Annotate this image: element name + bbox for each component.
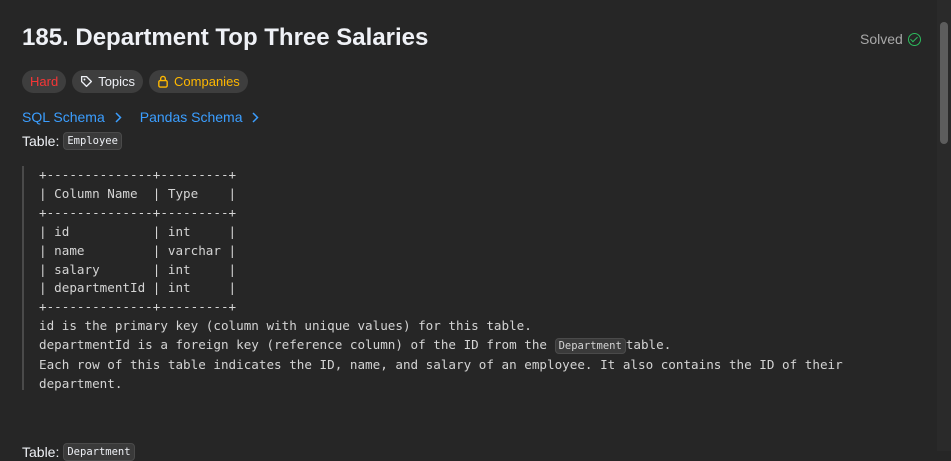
difficulty-label: Hard bbox=[30, 74, 59, 89]
solved-label: Solved bbox=[860, 31, 903, 47]
schema-line: | departmentId | int | bbox=[39, 280, 237, 296]
description-line: Each row of this table indicates the ID,… bbox=[39, 357, 843, 373]
pandas-schema-link[interactable]: Pandas Schema bbox=[140, 109, 260, 125]
check-circle-icon bbox=[907, 32, 921, 46]
description-line: department. bbox=[39, 375, 123, 391]
topics-label: Topics bbox=[98, 74, 136, 89]
scrollbar-thumb[interactable] bbox=[940, 22, 948, 144]
table-name-code: Employee bbox=[63, 132, 122, 150]
table-name-code: Department bbox=[63, 443, 135, 461]
table-heading: Table: Employee bbox=[22, 132, 122, 150]
problem-title[interactable]: 185. Department Top Three Salaries bbox=[22, 24, 428, 52]
schema-links: SQL Schema Pandas Schema bbox=[22, 109, 260, 125]
schema-line: | name | varchar | bbox=[39, 242, 237, 258]
foreign-key-note: departmentId is a foreign key (reference… bbox=[39, 337, 672, 355]
schema-line: | Column Name | Type | bbox=[39, 185, 237, 201]
department-code: Department bbox=[554, 338, 626, 355]
schema-line: +--------------+---------+ bbox=[39, 299, 237, 315]
table-label: Table: bbox=[22, 133, 60, 149]
companies-tag[interactable]: Companies bbox=[149, 70, 248, 93]
schema-line: +--------------+---------+ bbox=[39, 167, 237, 182]
tag-icon bbox=[80, 75, 93, 88]
primary-key-note: id is the primary key (column with uniqu… bbox=[39, 318, 532, 334]
table-heading-2: Table: Department bbox=[22, 443, 135, 461]
lock-icon bbox=[157, 75, 169, 88]
tag-row: Hard Topics Companies bbox=[22, 70, 248, 93]
fk-prefix: departmentId is a foreign key (reference… bbox=[39, 337, 555, 353]
chevron-right-icon bbox=[252, 111, 260, 123]
fk-suffix: table. bbox=[625, 337, 672, 353]
pandas-schema-label: Pandas Schema bbox=[139, 109, 243, 125]
schema-text: +--------------+---------+ | Column Name… bbox=[39, 166, 902, 394]
table-label: Table: bbox=[22, 444, 60, 460]
schema-line: | id | int | bbox=[39, 223, 237, 239]
scrollbar[interactable] bbox=[937, 0, 951, 451]
companies-label: Companies bbox=[174, 74, 240, 89]
schema-code-block: +--------------+---------+ | Column Name… bbox=[22, 166, 902, 391]
sql-schema-label: SQL Schema bbox=[22, 109, 105, 125]
solved-status: Solved bbox=[860, 31, 921, 47]
schema-line: +--------------+---------+ bbox=[39, 204, 237, 220]
topics-tag[interactable]: Topics bbox=[72, 70, 144, 93]
chevron-right-icon bbox=[115, 111, 122, 123]
difficulty-badge: Hard bbox=[22, 70, 67, 93]
sql-schema-link[interactable]: SQL Schema bbox=[22, 109, 122, 125]
schema-line: | salary | int | bbox=[39, 261, 237, 277]
